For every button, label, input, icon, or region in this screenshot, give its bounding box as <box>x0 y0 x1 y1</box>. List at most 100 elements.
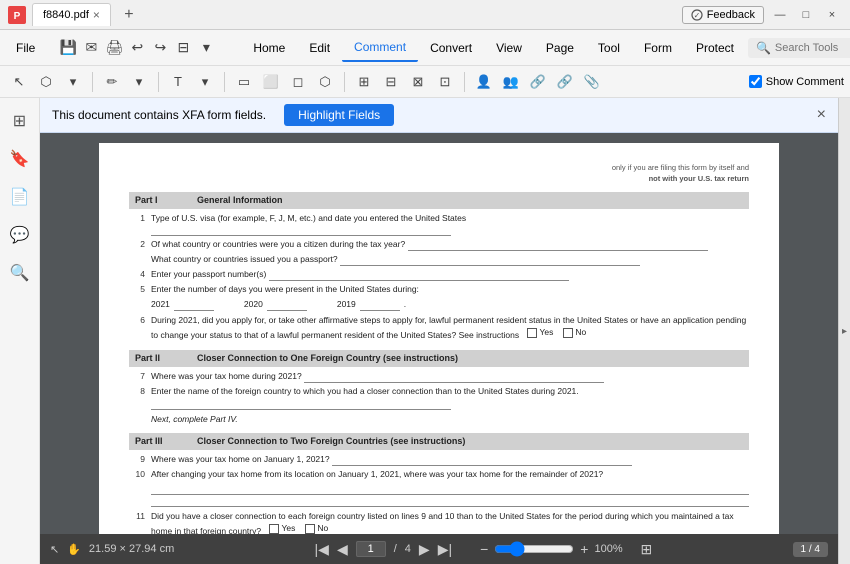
right-panel-handle[interactable]: ▸ <box>838 98 850 564</box>
row-content-11: Did you have a closer connection to each… <box>151 511 749 534</box>
person2-tool[interactable]: 👥 <box>498 69 524 95</box>
sidebar-comment-icon[interactable]: 💬 <box>5 220 35 250</box>
feedback-button[interactable]: ✓ Feedback <box>682 6 764 24</box>
search-input[interactable] <box>775 42 850 54</box>
year-field-2020[interactable] <box>267 299 307 311</box>
row-content-6: During 2021, did you apply for, or take … <box>151 315 749 342</box>
row-11-no[interactable]: No <box>305 523 328 534</box>
last-page-button[interactable]: ▶| <box>438 541 452 558</box>
nav-protect[interactable]: Protect <box>684 35 746 61</box>
page-input[interactable] <box>356 541 386 557</box>
dropdown-icon[interactable]: ▾ <box>195 37 217 59</box>
current-tab[interactable]: f8840.pdf × <box>32 3 111 26</box>
nav-home[interactable]: Home <box>241 35 297 61</box>
pencil-tool[interactable]: ✏ <box>99 69 125 95</box>
year-2020: 2020 <box>244 299 307 311</box>
person-tool[interactable]: 👤 <box>471 69 497 95</box>
field-8[interactable] <box>151 398 451 410</box>
row-3: What country or countries issued you a p… <box>129 254 749 266</box>
box-tool[interactable]: ▭ <box>231 69 257 95</box>
new-tab-button[interactable]: + <box>117 4 141 26</box>
zoom-out-button[interactable]: − <box>480 541 488 557</box>
undo-icon[interactable]: ↩ <box>126 37 148 59</box>
field-2[interactable] <box>408 239 708 251</box>
row-11-yes[interactable]: Yes <box>269 523 295 534</box>
search-box[interactable]: 🔍 <box>748 38 850 58</box>
row-num-5: 5 <box>129 284 145 296</box>
field-4[interactable] <box>269 269 569 281</box>
file-menu[interactable]: File <box>6 37 45 59</box>
highlight-fields-button[interactable]: Highlight Fields <box>284 104 394 126</box>
pen-dropdown[interactable]: ▾ <box>126 69 152 95</box>
person3-tool[interactable]: 🔗 <box>525 69 551 95</box>
field-9[interactable] <box>332 454 632 466</box>
link-tool[interactable]: 🔗 <box>552 69 578 95</box>
sidebar-page-icon[interactable]: 📄 <box>5 182 35 212</box>
field-7[interactable] <box>304 371 604 383</box>
next-page-button[interactable]: ▶ <box>419 541 430 558</box>
row-num-6: 6 <box>129 315 145 327</box>
banner-message: This document contains XFA form fields. <box>52 108 266 122</box>
save-icon[interactable]: 💾 <box>57 37 79 59</box>
stamp-tool[interactable]: ⬡ <box>33 69 59 95</box>
field-10b[interactable] <box>151 495 749 507</box>
checkbox-no-6[interactable] <box>563 328 573 338</box>
measure2-tool[interactable]: ⊟ <box>378 69 404 95</box>
close-tab-icon[interactable]: × <box>93 8 100 22</box>
show-comment-label: Show Comment <box>766 76 844 88</box>
nav-tool[interactable]: Tool <box>586 35 632 61</box>
nav-view[interactable]: View <box>484 35 534 61</box>
email-icon[interactable]: ✉ <box>80 37 102 59</box>
field-3[interactable] <box>340 254 640 266</box>
sidebar-home-icon[interactable]: ⊞ <box>5 106 35 136</box>
stamp-dropdown[interactable]: ▾ <box>60 69 86 95</box>
shape-tool[interactable]: ◻ <box>285 69 311 95</box>
shape2-tool[interactable]: ⬡ <box>312 69 338 95</box>
nav-page[interactable]: Page <box>534 35 586 61</box>
page-separator: / <box>394 543 397 555</box>
row-content-10: After changing your tax home from its lo… <box>151 469 749 507</box>
pdf-area[interactable]: only if you are filing this form by itse… <box>40 133 838 534</box>
measure4-tool[interactable]: ⊡ <box>432 69 458 95</box>
measure3-tool[interactable]: ⊠ <box>405 69 431 95</box>
checkbox-no-11[interactable] <box>305 524 315 534</box>
restore-button[interactable]: □ <box>796 5 816 25</box>
select-tool[interactable]: ↖ <box>6 69 32 95</box>
row-content-5: Enter the number of days you were presen… <box>151 284 749 296</box>
nav-edit[interactable]: Edit <box>297 35 342 61</box>
checkbox-yes-6[interactable] <box>527 328 537 338</box>
row-6-yes[interactable]: Yes <box>527 327 553 339</box>
zoom-in-button[interactable]: + <box>580 541 588 557</box>
prev-page-button[interactable]: ◀ <box>337 541 348 558</box>
nav-items: Home Edit Comment Convert View Page Tool… <box>241 34 746 62</box>
text-dropdown[interactable]: ▾ <box>192 69 218 95</box>
banner-close-icon[interactable]: × <box>817 106 826 124</box>
text-tool[interactable]: T <box>165 69 191 95</box>
part1-title: General Information <box>197 194 283 207</box>
year-field-2021[interactable] <box>174 299 214 311</box>
nav-form[interactable]: Form <box>632 35 684 61</box>
fit-page-button[interactable]: ⊞ <box>640 541 652 558</box>
year-field-2019[interactable] <box>360 299 400 311</box>
nav-comment[interactable]: Comment <box>342 34 418 62</box>
first-page-button[interactable]: |◀ <box>315 541 329 558</box>
row-6-no[interactable]: No <box>563 327 586 339</box>
part1-header: Part I General Information <box>129 192 749 209</box>
zoom-slider[interactable] <box>494 541 574 557</box>
cloud-tool[interactable]: ⬜ <box>258 69 284 95</box>
field-10[interactable] <box>151 483 749 495</box>
redo-icon[interactable]: ↪ <box>149 37 171 59</box>
nav-convert[interactable]: Convert <box>418 35 484 61</box>
checkbox-yes-11[interactable] <box>269 524 279 534</box>
sidebar-bookmark-icon[interactable]: 🔖 <box>5 144 35 174</box>
minimize-button[interactable]: — <box>770 5 790 25</box>
attach-tool[interactable]: 📎 <box>579 69 605 95</box>
sidebar-search-icon[interactable]: 🔍 <box>5 258 35 288</box>
print-icon[interactable]: 🖨 <box>103 37 125 59</box>
field-1[interactable] <box>151 224 451 236</box>
row-num-7: 7 <box>129 371 145 383</box>
measure-tool[interactable]: ⊞ <box>351 69 377 95</box>
close-button[interactable]: × <box>822 5 842 25</box>
show-comment-checkbox[interactable] <box>749 75 762 88</box>
print2-icon[interactable]: ⊟ <box>172 37 194 59</box>
